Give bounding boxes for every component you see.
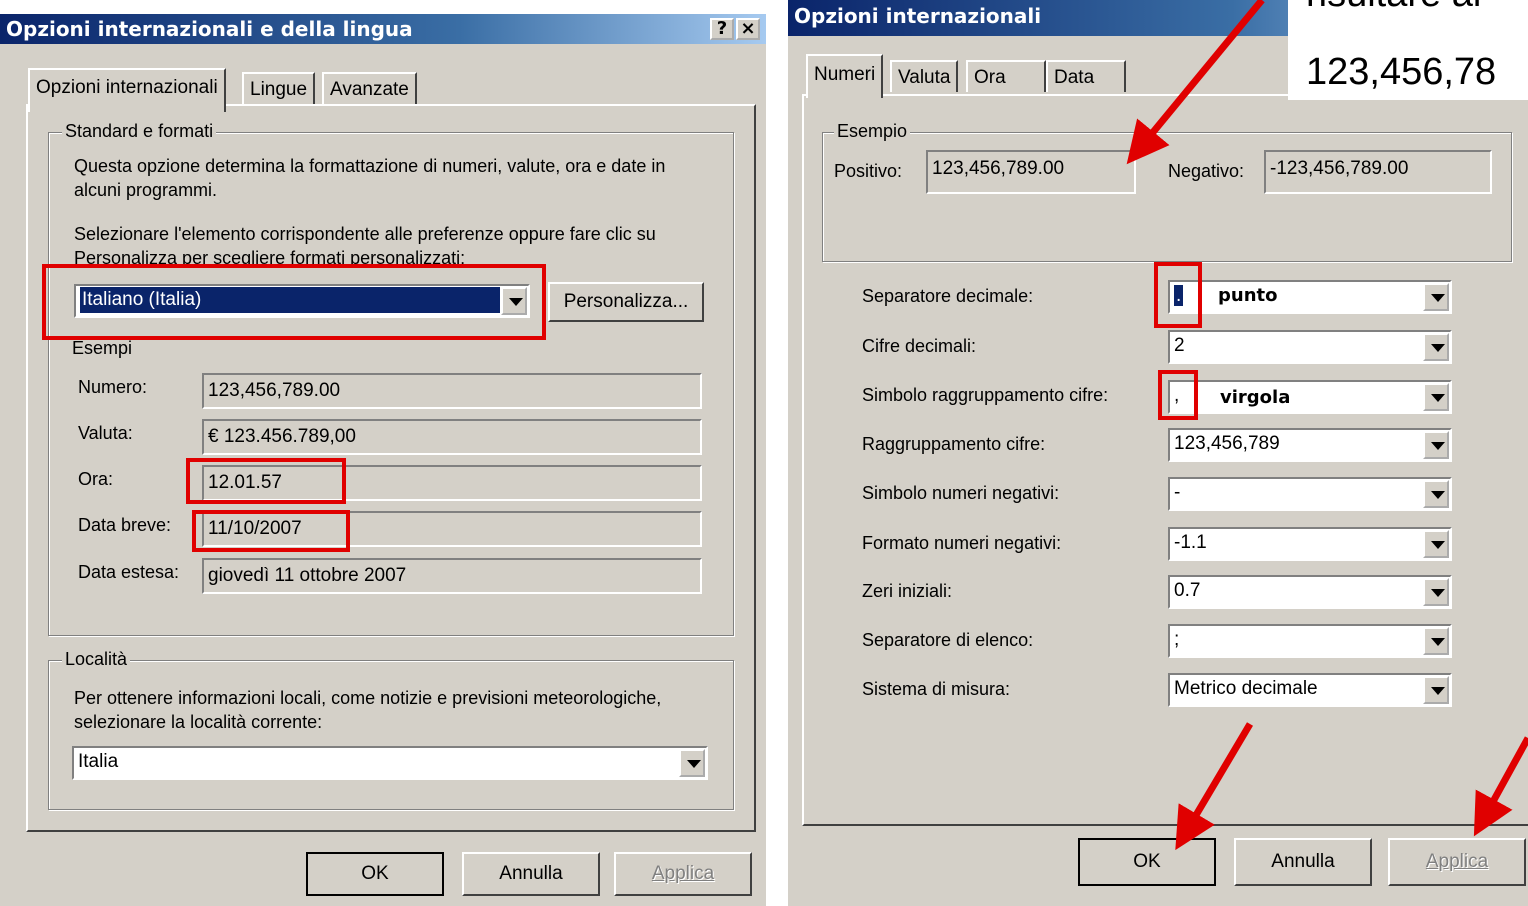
- arrow-to-apply-button: [1473, 736, 1528, 837]
- tab-opzioni-internazionali[interactable]: Opzioni internazionali: [28, 68, 226, 112]
- arrow-to-ok-button: [1175, 722, 1254, 851]
- tab-numeri[interactable]: Numeri: [806, 54, 884, 98]
- arrow-to-positive-example: [1126, 0, 1265, 165]
- annotation-arrows: [1126, 0, 1528, 851]
